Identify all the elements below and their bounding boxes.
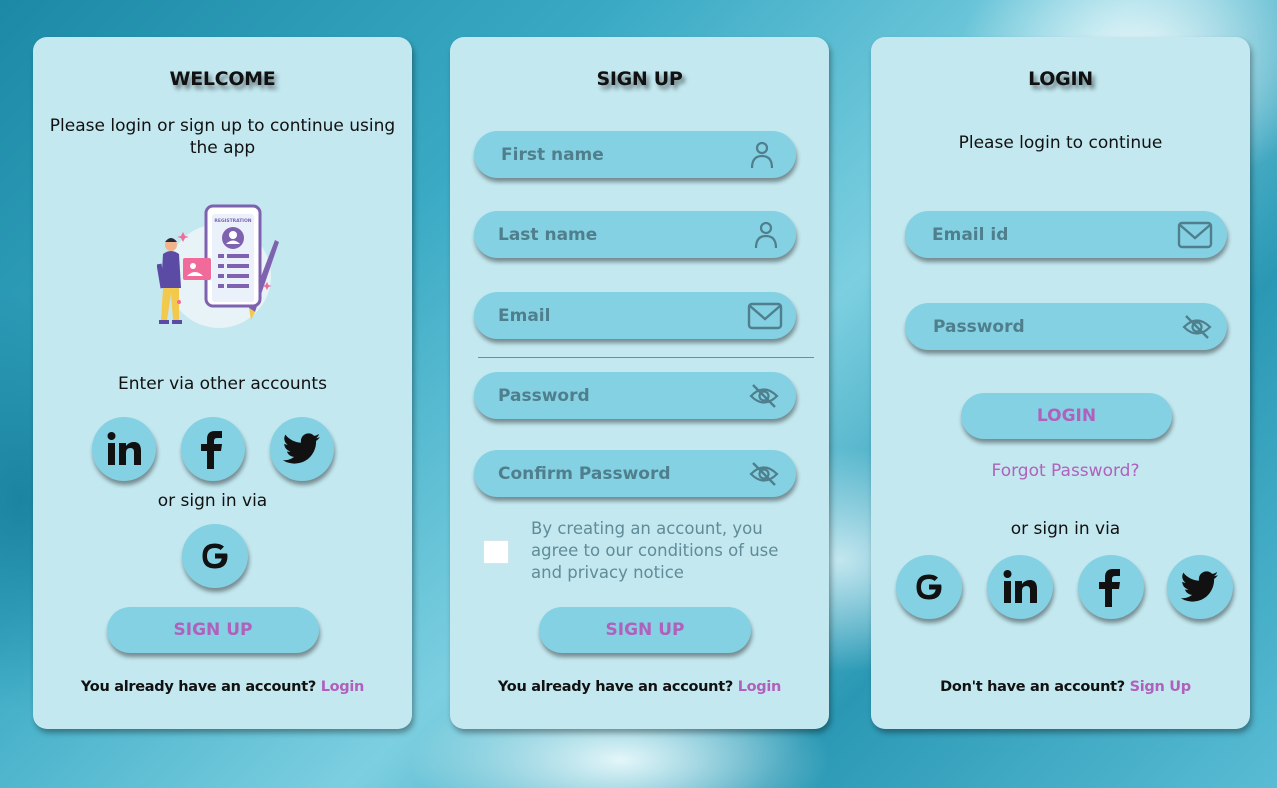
linkedin-button[interactable] (92, 417, 156, 481)
login-twitter-button[interactable] (1167, 555, 1233, 619)
terms-checkbox[interactable] (483, 540, 509, 564)
eye-off-icon[interactable] (749, 461, 779, 487)
or-sign-in-label: or sign in via (157, 491, 268, 511)
welcome-signup-button[interactable]: SIGN UP (107, 607, 319, 653)
confirm-password-placeholder: Confirm Password (498, 463, 671, 484)
facebook-icon (1099, 569, 1120, 607)
password-placeholder: Password (498, 385, 590, 406)
login-password-placeholder: Password (933, 316, 1025, 337)
user-icon (750, 141, 774, 168)
registration-illustration: REGISTRATION (156, 202, 287, 332)
login-email-field[interactable]: Email id (905, 211, 1227, 258)
eye-off-icon[interactable] (1182, 314, 1212, 340)
login-email-placeholder: Email id (932, 224, 1009, 245)
login-card: LOGIN Please login to continue Email id … (871, 37, 1250, 729)
twitter-button[interactable] (270, 417, 334, 481)
twitter-icon (1181, 571, 1219, 602)
email-field[interactable]: Email (474, 292, 796, 339)
welcome-login-link[interactable]: Login (321, 679, 365, 695)
linkedin-icon (107, 432, 141, 465)
signup-submit-label: SIGN UP (605, 620, 685, 640)
illustration-caption: REGISTRATION (214, 218, 251, 224)
form-divider (478, 357, 814, 358)
last-name-placeholder: Last name (498, 224, 598, 245)
password-field[interactable]: Password (474, 372, 796, 419)
welcome-have-account-text: You already have an account? (80, 679, 316, 695)
login-or-sign-in-label: or sign in via (1010, 519, 1121, 539)
signup-title: SIGN UP (596, 68, 683, 90)
signup-bottom-text: You already have an account? Login (450, 679, 829, 695)
welcome-title: WELCOME (169, 68, 276, 90)
welcome-subtitle: Please login or sign up to continue usin… (49, 116, 396, 158)
first-name-field[interactable]: First name (474, 131, 796, 178)
forgot-password-link[interactable]: Forgot Password? (881, 461, 1250, 481)
user-icon (754, 221, 778, 248)
signup-card: SIGN UP First name Last name Email Passw… (450, 37, 829, 729)
google-button[interactable] (182, 524, 248, 588)
signup-login-link[interactable]: Login (738, 679, 782, 695)
eye-off-icon[interactable] (749, 383, 779, 409)
login-submit-button[interactable]: LOGIN (961, 393, 1172, 439)
mail-icon (747, 302, 783, 329)
login-subtitle: Please login to continue (958, 133, 1163, 153)
linkedin-icon (1003, 570, 1037, 603)
login-password-field[interactable]: Password (905, 303, 1227, 350)
login-facebook-button[interactable] (1078, 555, 1144, 619)
welcome-signup-label: SIGN UP (173, 620, 253, 640)
welcome-bottom-text: You already have an account? Login (33, 679, 412, 695)
mail-icon (1177, 221, 1213, 248)
facebook-icon (201, 431, 222, 469)
google-icon (202, 543, 228, 569)
signup-submit-button[interactable]: SIGN UP (539, 607, 751, 653)
other-accounts-label: Enter via other accounts (118, 374, 327, 394)
twitter-icon (283, 433, 321, 464)
welcome-card: WELCOME Please login or sign up to conti… (33, 37, 412, 729)
no-account-text: Don't have an account? (940, 679, 1125, 695)
terms-text: By creating an account, you agree to our… (531, 519, 779, 582)
login-bottom-text: Don't have an account? Sign Up (881, 679, 1250, 695)
google-icon (916, 574, 942, 600)
login-google-button[interactable] (896, 555, 962, 619)
email-placeholder: Email (498, 305, 551, 326)
login-title: LOGIN (1028, 68, 1093, 90)
last-name-field[interactable]: Last name (474, 211, 796, 258)
facebook-button[interactable] (181, 417, 245, 481)
signup-have-account-text: You already have an account? (497, 679, 733, 695)
signup-link[interactable]: Sign Up (1130, 679, 1192, 695)
login-submit-label: LOGIN (1036, 406, 1097, 426)
confirm-password-field[interactable]: Confirm Password (474, 450, 796, 497)
login-linkedin-button[interactable] (987, 555, 1053, 619)
first-name-placeholder: First name (501, 144, 604, 165)
